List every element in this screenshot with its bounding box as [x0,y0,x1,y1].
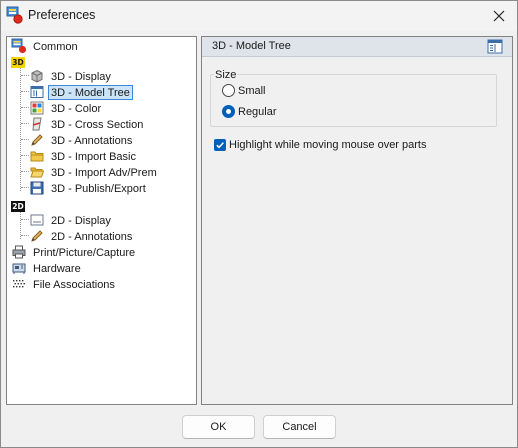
tree-connector [21,75,29,76]
tree-item-3d-color[interactable]: 3D - Color [29,100,104,116]
size-small-radio[interactable]: Small [222,84,266,97]
tree-item-print-picture-capture[interactable]: Print/Picture/Capture [11,244,138,260]
tree-item-label: 3D - Import Adv/Prem [51,166,157,179]
tree-item-common[interactable]: Common [11,38,81,54]
tree-item-label: 3D - Display [51,70,111,83]
pencil-icon [29,132,45,148]
tree-item-3d-cross-section[interactable]: 3D - Cross Section [29,116,146,132]
tree-connector [21,219,29,220]
tree-item-label: 3D - Publish/Export [51,182,146,195]
panel-header: 3D - Model Tree [202,37,512,57]
2d-badge-icon: 2D [11,200,25,212]
cross-section-icon [29,116,45,132]
title-bar: Preferences [1,1,517,31]
cancel-button[interactable]: Cancel [263,415,336,439]
close-button[interactable] [481,1,517,31]
tree-connector [21,107,29,108]
pencil-icon [29,228,45,244]
tree-item-label: Common [33,40,78,53]
tree-connector [21,171,29,172]
preferences-tree: Common 3D 3D - Display 3D - Model Tree 3… [6,36,197,405]
tree-item-label: Hardware [33,262,81,275]
preferences-dialog: Preferences Common 3D 3D - Display 3D - … [0,0,518,448]
close-icon [493,10,505,22]
tree-item-3d-import-basic[interactable]: 3D - Import Basic [29,148,139,164]
tree-item-file-associations[interactable]: File Associations [11,276,118,292]
tree-item-3d-model-tree[interactable]: 3D - Model Tree [29,84,133,100]
settings-panel: 3D - Model Tree Size Small Regular Highl… [201,36,513,405]
model-tree-panel-icon [487,39,503,54]
tree-item-label: 3D - Cross Section [51,118,144,131]
tree-item-hardware[interactable]: Hardware [11,260,84,276]
size-small-label: Small [238,84,266,97]
tree-item-label: 3D - Annotations [51,134,133,147]
tree-connector [21,235,29,236]
model-tree-icon [29,84,45,100]
tree-item-2d-annotations[interactable]: 2D - Annotations [29,228,135,244]
tree-item-3d-import-adv-prem[interactable]: 3D - Import Adv/Prem [29,164,160,180]
radio-circle [222,105,235,118]
3d-badge-icon: 3D [11,56,25,68]
folder-icon [29,148,45,164]
tree-group-3d[interactable]: 3D [11,54,25,70]
tree-item-3d-publish-export[interactable]: 3D - Publish/Export [29,180,149,196]
tree-connector [21,187,29,188]
tree-item-label: 3D - Model Tree [48,84,133,100]
tree-item-3d-display[interactable]: 3D - Display [29,68,114,84]
tree-connector [21,91,29,92]
panel-title: 3D - Model Tree [212,40,291,52]
floppy-disk-icon [29,180,45,196]
display-icon [29,212,45,228]
checkmark-icon [214,139,226,151]
tree-item-3d-annotations[interactable]: 3D - Annotations [29,132,135,148]
tree-item-label: 2D - Display [51,214,111,227]
preferences-app-icon [6,6,23,24]
radio-circle [222,84,235,97]
tree-item-label: 3D - Color [51,102,102,115]
highlight-label: Highlight while moving mouse over parts [229,139,427,151]
size-group [210,74,497,127]
size-regular-label: Regular [238,105,277,118]
highlight-checkbox[interactable]: Highlight while moving mouse over parts [214,139,426,151]
tree-item-2d-display[interactable]: 2D - Display [29,212,114,228]
ok-button[interactable]: OK [182,415,255,439]
tree-item-label: 3D - Import Basic [51,150,136,163]
common-settings-icon [11,38,27,54]
size-regular-radio[interactable]: Regular [222,105,277,118]
tree-item-label: File Associations [33,278,115,291]
tree-group-2d[interactable]: 2D [11,198,25,214]
tree-connector [21,155,29,156]
window-title: Preferences [28,8,96,22]
printer-icon [11,244,27,260]
size-group-label: Size [214,69,238,81]
tree-item-label: 2D - Annotations [51,230,133,243]
tree-connector [20,67,21,191]
tree-item-label: Print/Picture/Capture [33,246,136,259]
color-palette-icon [29,100,45,116]
hardware-icon [11,260,27,276]
cube-icon [29,68,45,84]
folder-open-icon [29,164,45,180]
tree-connector [21,139,29,140]
file-associations-icon [11,276,27,292]
tree-connector [21,123,29,124]
